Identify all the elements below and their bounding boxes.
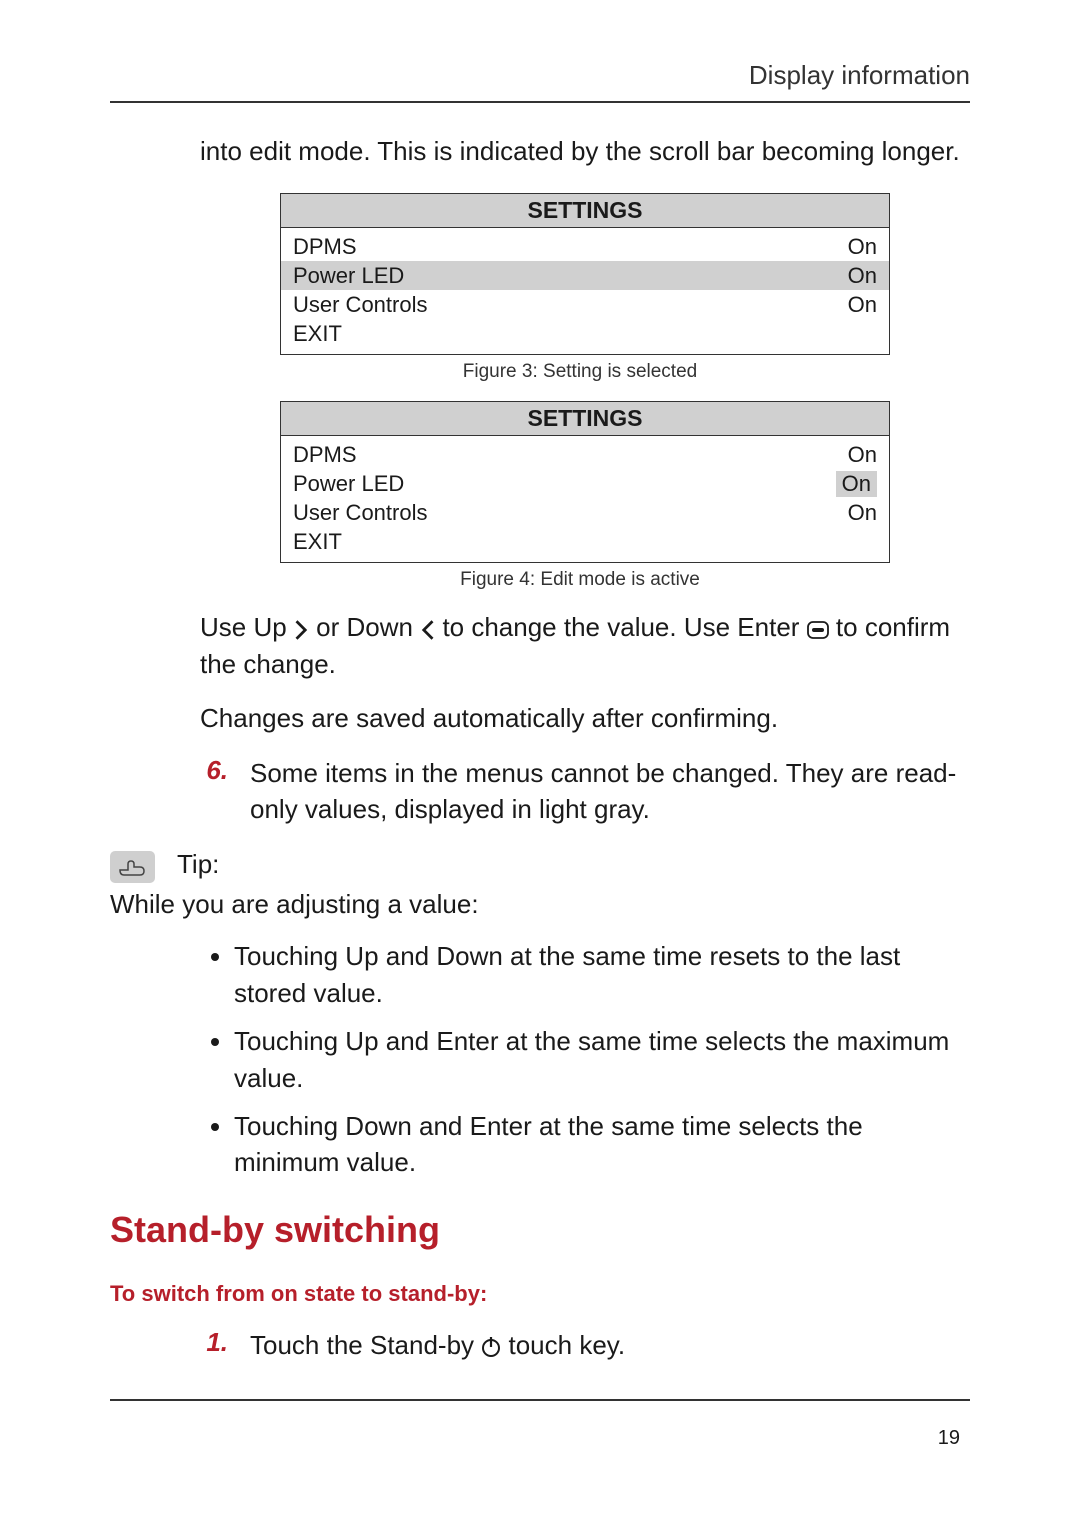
list-item: Touching Up and Down at the same time re… — [234, 938, 960, 1011]
table-title: SETTINGS — [281, 402, 889, 436]
step-text: Some items in the menus cannot be change… — [250, 755, 960, 828]
list-item: Touching Up and Enter at the same time s… — [234, 1023, 960, 1096]
page-number: 19 — [110, 1427, 970, 1450]
row-label: DPMS — [293, 442, 357, 468]
figure-3-caption: Figure 3: Setting is selected — [200, 361, 960, 383]
enter-icon — [807, 621, 829, 639]
step-6: 6. Some items in the menus cannot be cha… — [200, 755, 960, 828]
instruction-auto-save: Changes are saved automatically after co… — [200, 700, 960, 736]
tip-label: Tip: — [177, 849, 219, 880]
step-text: Touch the Stand-by touch key. — [250, 1327, 960, 1363]
list-item: Touching Down and Enter at the same time… — [234, 1108, 960, 1181]
hand-point-icon — [110, 851, 155, 883]
power-icon — [481, 1336, 501, 1358]
row-label: DPMS — [293, 234, 357, 260]
step-number: 1. — [200, 1327, 228, 1363]
text: or Down — [316, 612, 420, 642]
section-heading-standby: Stand-by switching — [110, 1209, 960, 1251]
text: touch key. — [509, 1330, 626, 1360]
text: to change the value. Use Enter — [442, 612, 806, 642]
text: Use Up — [200, 612, 294, 642]
step-number: 6. — [200, 755, 228, 828]
table-row: User Controls On — [293, 290, 877, 319]
tip-block: Tip: — [110, 849, 960, 883]
table-row-selected: Power LED On — [281, 261, 889, 290]
row-label: User Controls — [293, 500, 427, 526]
table-title: SETTINGS — [281, 194, 889, 228]
header-divider — [110, 101, 970, 103]
table-row: User Controls On — [293, 498, 877, 527]
text: Touch the Stand-by — [250, 1330, 481, 1360]
row-label: Power LED — [293, 263, 404, 289]
row-label: EXIT — [293, 529, 342, 555]
table-row: EXIT — [293, 319, 877, 348]
table-row: DPMS On — [293, 232, 877, 261]
table-row: DPMS On — [293, 440, 877, 469]
tip-bullet-list: Touching Up and Down at the same time re… — [200, 938, 960, 1180]
figure-3-table: SETTINGS DPMS On Power LED On User Control… — [280, 193, 890, 355]
table-row: EXIT — [293, 527, 877, 556]
step-1: 1. Touch the Stand-by touch key. — [200, 1327, 960, 1363]
intro-paragraph: into edit mode. This is indicated by the… — [200, 133, 960, 169]
figure-4-caption: Figure 4: Edit mode is active — [200, 569, 960, 591]
row-value: On — [848, 292, 877, 318]
row-value: On — [848, 263, 877, 289]
row-value: On — [848, 500, 877, 526]
while-adjusting-text: While you are adjusting a value: — [110, 889, 960, 920]
row-label: EXIT — [293, 321, 342, 347]
row-value: On — [848, 442, 877, 468]
row-value: On — [848, 234, 877, 260]
figure-4-table: SETTINGS DPMS On Power LED On User Control… — [280, 401, 890, 563]
row-value-selected: On — [836, 471, 877, 497]
row-label: Power LED — [293, 471, 404, 497]
chevron-left-icon — [420, 620, 435, 640]
chevron-right-icon — [294, 620, 309, 640]
row-label: User Controls — [293, 292, 427, 318]
subsection-heading: To switch from on state to stand-by: — [110, 1281, 960, 1307]
footer-divider — [110, 1399, 970, 1401]
header-title: Display information — [110, 60, 970, 91]
table-row: Power LED On — [293, 469, 877, 498]
instruction-use-up-down: Use Up or Down to change the value. Use … — [200, 609, 960, 682]
